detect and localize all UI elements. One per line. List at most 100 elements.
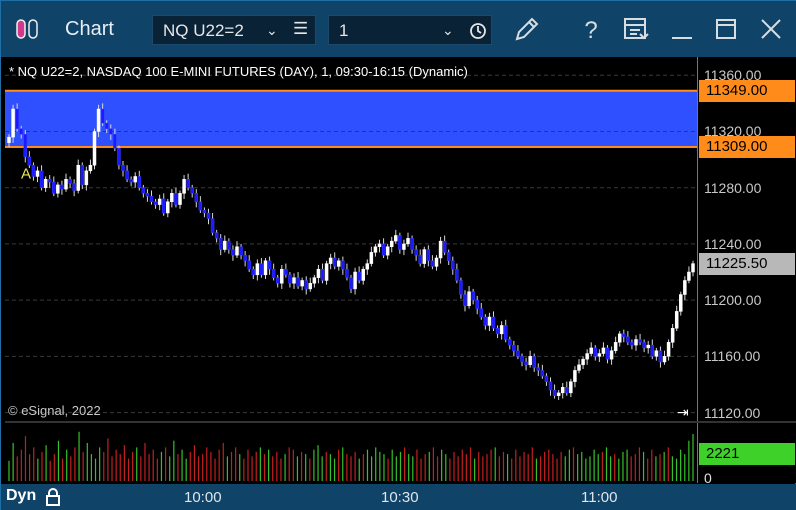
candle-body [149, 195, 154, 203]
candle-body [166, 201, 170, 214]
candle-body [499, 325, 504, 335]
minimize-icon[interactable] [666, 13, 698, 45]
interval-value[interactable]: 1 [339, 21, 348, 41]
price-tick: 11200.00 [704, 292, 762, 309]
candle-body [630, 342, 634, 346]
candle-body [516, 350, 520, 357]
candle-body [577, 364, 581, 371]
window-title: Chart [65, 18, 114, 40]
candle-body [133, 176, 137, 183]
candle-body [68, 179, 72, 184]
menu-icon[interactable]: ☰ [293, 19, 308, 39]
close-icon[interactable] [755, 13, 787, 45]
candle-body [479, 308, 484, 318]
chevron-down-icon[interactable]: ⌄ [442, 22, 454, 39]
candle-body [19, 128, 23, 135]
chart-app-icon [16, 19, 38, 39]
candle-body [11, 108, 15, 138]
candle-body [569, 381, 573, 394]
candle-body [377, 243, 382, 247]
volume-chart-svg [8, 431, 694, 481]
candle-body [96, 108, 101, 132]
candle-body [373, 246, 378, 253]
candle-body [385, 246, 390, 256]
layout-icon[interactable] [620, 13, 652, 45]
candle-body [365, 263, 370, 270]
candle-body [182, 179, 186, 194]
candle-body [508, 339, 512, 346]
candle-body [304, 280, 308, 290]
candle-body [316, 268, 321, 278]
candle-body [544, 375, 549, 382]
price-tick: 11240.00 [704, 235, 762, 252]
pencil-icon[interactable] [511, 13, 543, 45]
candle-body [666, 342, 671, 357]
candle-body [64, 179, 68, 190]
symbol-selector[interactable]: NQ U22=2 ⌄ ☰ [152, 15, 316, 45]
candle-body [104, 122, 109, 129]
candle-body [174, 193, 178, 205]
candle-body [157, 198, 162, 205]
candle-body [528, 356, 532, 366]
interval-selector[interactable]: 1 ⌄ [328, 15, 492, 45]
chevron-down-icon[interactable]: ⌄ [266, 22, 278, 39]
candle-body [328, 257, 333, 264]
candle-body [72, 183, 76, 191]
candle-body [601, 347, 606, 354]
time-axis[interactable]: Dyn 10:00 10:30 11:00 [1, 484, 796, 510]
candle-body [52, 181, 56, 194]
candle-body [125, 170, 129, 180]
maximize-icon[interactable] [710, 13, 742, 45]
candle-body [394, 235, 398, 242]
candle-body [117, 148, 121, 166]
candle-body [186, 179, 190, 188]
candle-body [109, 128, 113, 135]
annotation-marker-a: A [21, 166, 31, 183]
candle-body [170, 193, 174, 203]
candle-body [194, 193, 199, 203]
candle-body [60, 184, 64, 190]
scroll-to-end-icon[interactable]: ⇥ [677, 405, 689, 421]
candle-body [422, 249, 427, 264]
candle-body [573, 370, 577, 382]
candle-body [92, 131, 97, 166]
volume-plot[interactable] [5, 423, 697, 483]
clock-icon[interactable] [469, 22, 487, 40]
candle-body [218, 238, 223, 250]
price-scale[interactable]: 11360.00 11320.00 11280.00 11240.00 11200.00… [697, 57, 796, 421]
candle-body [455, 268, 459, 281]
symbol-value[interactable]: NQ U22=2 [163, 21, 244, 41]
price-chart-svg[interactable]: A⇥ [5, 57, 697, 421]
candle-body [312, 277, 317, 284]
candle-body [308, 283, 313, 290]
price-plot[interactable]: A ⇥ [5, 57, 697, 421]
candle-body [622, 333, 626, 337]
candle-body [532, 356, 536, 368]
candle-body [548, 381, 553, 391]
candle-body [15, 108, 19, 129]
candle-body [556, 392, 561, 396]
candle-body [369, 252, 374, 264]
candle-body [100, 108, 105, 124]
candle-body [247, 260, 251, 270]
candle-body [239, 246, 243, 256]
candle-body [503, 325, 508, 340]
candle-body [113, 134, 117, 149]
candle-body [414, 249, 418, 256]
candle-body [446, 252, 451, 262]
candle-body [161, 198, 166, 214]
candle-body [520, 356, 524, 363]
candle-body [137, 176, 142, 188]
candle-body [259, 263, 264, 276]
candle-body [47, 179, 52, 183]
candle-body [353, 271, 357, 290]
lock-icon[interactable] [44, 487, 62, 507]
candle-body [206, 212, 211, 219]
help-icon[interactable]: ? [575, 13, 607, 45]
candle-body [459, 280, 463, 295]
mode-label[interactable]: Dyn [6, 487, 36, 505]
candle-body [243, 254, 247, 262]
time-tick-1100: 11:00 [581, 489, 618, 506]
candle-body [153, 201, 158, 205]
candle-body [495, 327, 500, 335]
